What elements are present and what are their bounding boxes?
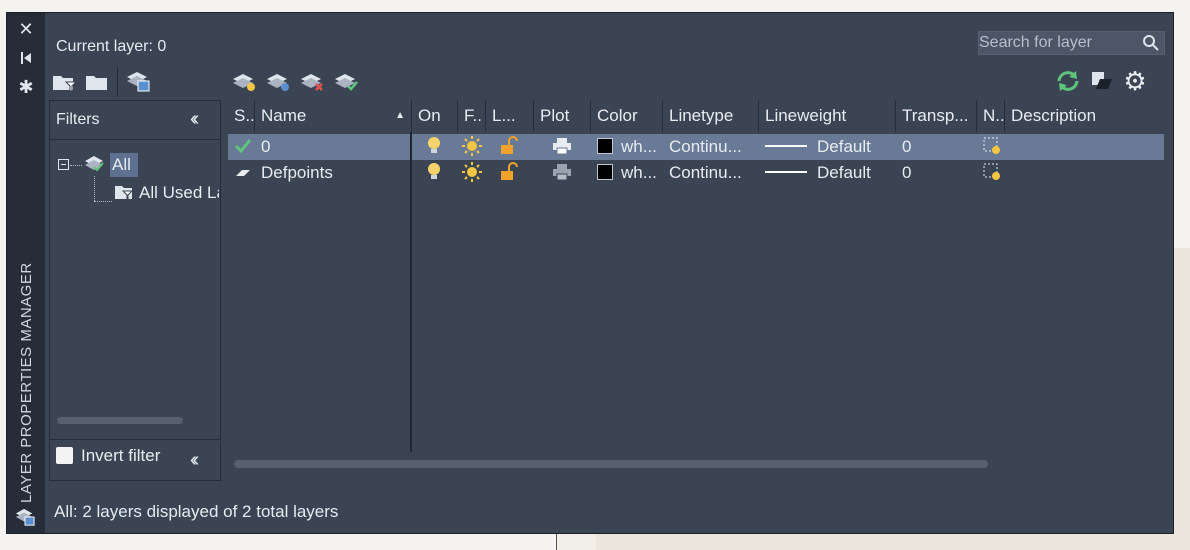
layer-lineweight[interactable]: Default [765,134,895,160]
layer-settings-icon[interactable] [1087,68,1115,94]
layer-states-icon[interactable] [15,507,35,527]
unlock-icon[interactable] [500,134,520,160]
filters-header: Filters ‹‹ [50,101,220,140]
gear-icon[interactable]: ⚙ [1121,66,1149,96]
layer-description[interactable] [1011,160,1161,186]
sort-ascending-icon: ▲ [395,110,405,121]
layer-status-icon [235,160,255,186]
layer-properties-panel: Current layer: 0 Search for layer ⚙ Filt… [45,13,1173,533]
col-lock[interactable]: L... [486,100,534,132]
new-vp-frozen-layer-icon[interactable] [265,69,293,95]
bulb-on-icon[interactable] [426,134,446,160]
current-layer-check-icon [234,134,254,160]
layer-row[interactable]: Defpoints wh... Continu... Default 0 [228,160,1164,186]
new-vp-freeze-icon[interactable] [982,134,1004,160]
layer-lineweight[interactable]: Default [765,160,895,186]
delete-layer-icon[interactable] [299,69,327,95]
col-color[interactable]: Color [591,100,663,132]
filters-pane: Filters ‹‹ All All Used Layers [49,100,221,440]
pin-icon[interactable] [16,48,36,68]
layer-linetype[interactable]: Continu... [669,134,757,160]
layer-name[interactable]: 0 [261,134,411,160]
vertical-title: LAYER PROPERTIES MANAGER [18,262,35,503]
layer-states-manager-icon[interactable] [125,69,153,95]
col-description[interactable]: Description [1005,100,1164,132]
tree-collapse-icon[interactable] [58,159,69,170]
settings-icon[interactable]: ✱ [16,77,36,97]
sun-thawed-icon[interactable] [462,160,484,186]
filters-scrollbar[interactable] [57,417,183,424]
tree-item-all-used-layers[interactable]: All Used Layers [139,183,219,203]
invert-filter-label: Invert filter [81,446,161,465]
plot-printer-icon[interactable] [552,134,574,160]
layer-linetype[interactable]: Continu... [669,160,757,186]
color-swatch [597,164,613,180]
layer-properties-palette: ✕ ✱ LAYER PROPERTIES MANAGER Current lay… [6,12,1174,534]
color-swatch [597,138,613,154]
layer-description[interactable] [1011,134,1161,160]
col-linetype[interactable]: Linetype [663,100,759,132]
no-plot-printer-icon[interactable] [552,160,574,186]
col-plot[interactable]: Plot [534,100,591,132]
name-column-splitter[interactable] [410,132,412,452]
search-input[interactable] [979,32,1139,54]
col-new-vp-freeze[interactable]: N.. [977,100,1005,132]
layer-name[interactable]: Defpoints [261,160,411,186]
layer-row[interactable]: 0 wh... Continu... Default 0 [228,134,1164,160]
collapse-filters-bottom-icon[interactable]: ‹‹ [190,449,200,472]
all-filter-icon [84,155,106,178]
col-status[interactable]: S.. [228,100,255,132]
collapse-filters-icon[interactable]: ‹‹ [190,108,200,131]
palette-title-strip: ✕ ✱ LAYER PROPERTIES MANAGER [7,13,45,533]
invert-filter-checkbox[interactable] [56,447,73,464]
sun-thawed-icon[interactable] [462,134,484,160]
status-bar: All: 2 layers displayed of 2 total layer… [54,502,339,521]
col-on[interactable]: On [412,100,458,132]
current-layer-label: Current layer: 0 [56,38,167,55]
col-name[interactable]: Name ▲ [255,100,412,132]
grid-horizontal-scrollbar[interactable] [234,460,988,468]
new-layer-icon[interactable] [231,69,259,95]
new-filter-icon[interactable] [51,69,79,95]
bulb-on-icon[interactable] [426,160,446,186]
layer-transparency[interactable]: 0 [902,160,972,186]
col-freeze[interactable]: F.. [458,100,486,132]
invert-filter-row: Invert filter ‹‹ [49,441,221,481]
tree-item-all[interactable]: All [110,153,138,177]
layer-color[interactable]: wh... [597,134,659,160]
col-transparency[interactable]: Transp... [896,100,977,132]
layer-grid: S.. Name ▲ On F.. L... Plot Color Linety… [228,100,1164,452]
used-layers-filter-icon [114,183,134,206]
layer-transparency[interactable]: 0 [902,134,972,160]
search-box[interactable] [978,31,1165,55]
refresh-icon[interactable] [1054,68,1082,94]
search-icon[interactable] [1142,34,1160,52]
new-vp-freeze-icon[interactable] [982,160,1004,186]
set-current-icon[interactable] [333,69,361,95]
group-filter-icon[interactable] [83,69,111,95]
close-icon[interactable]: ✕ [16,19,36,39]
layer-color[interactable]: wh... [597,160,659,186]
filters-title: Filters [56,111,100,128]
unlock-icon[interactable] [500,160,520,186]
col-lineweight[interactable]: Lineweight [759,100,896,132]
